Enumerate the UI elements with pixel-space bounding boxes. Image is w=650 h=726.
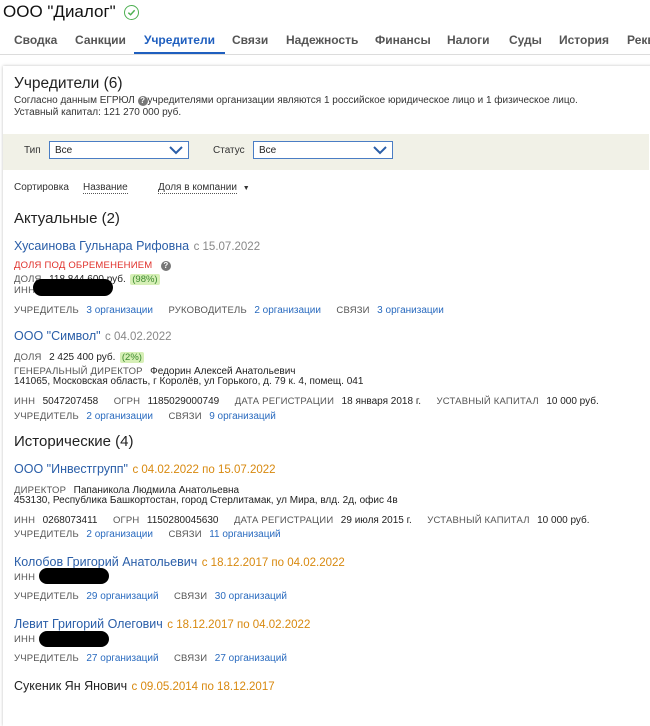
founder-entry: Сукеник Ян Янович с 09.05.2014 по 18.12.…: [14, 677, 275, 695]
roles-row: УЧРЕДИТЕЛЬ 2 организации СВЯЗИ 11 органи…: [14, 529, 281, 540]
founder-orgs-link[interactable]: 3 организации: [86, 305, 153, 316]
roles-row: УЧРЕДИТЕЛЬ 29 организаций СВЯЗИ 30 орган…: [14, 591, 287, 602]
capital-line: Уставный капитал: 121 270 000 руб.: [14, 107, 182, 118]
founder-period: с 18.12.2017 по 04.02.2022: [201, 557, 345, 569]
chevron-down-icon: [373, 146, 387, 155]
founder-name: Сукеник Ян Янович: [14, 679, 128, 693]
founder-period: с 09.05.2014 по 18.12.2017: [131, 681, 275, 693]
head-orgs-link[interactable]: 2 организации: [254, 305, 321, 316]
sort-by-share[interactable]: Доля в компании ▼: [158, 182, 250, 194]
founder-entry: ООО "Символ" с 04.02.2022: [14, 327, 172, 345]
sort-by-name[interactable]: Название: [83, 182, 128, 194]
tab-finance[interactable]: Финансы: [375, 28, 431, 54]
help-icon[interactable]: ?: [137, 96, 148, 106]
status-select[interactable]: Все: [253, 141, 393, 159]
sort-label: Сортировка: [14, 182, 69, 193]
actual-heading: Актуальные (2): [14, 210, 120, 227]
tab-bar: Сводка Санкции Учредители Связи Надежнос…: [0, 28, 650, 55]
tab-sanctions[interactable]: Санкции: [75, 28, 126, 54]
roles-row: УЧРЕДИТЕЛЬ 27 организаций СВЯЗИ 27 орган…: [14, 653, 287, 664]
redacted-inn: [33, 279, 113, 296]
inn-label: ИНН: [14, 572, 36, 583]
founder-orgs-link[interactable]: 27 организаций: [86, 653, 158, 664]
company-name: ООО "Диалог": [3, 2, 116, 21]
type-filter-label: Тип: [24, 145, 41, 156]
type-select[interactable]: Все: [49, 141, 189, 159]
tab-history[interactable]: История: [559, 28, 609, 54]
links-orgs-link[interactable]: 3 организации: [377, 305, 444, 316]
founder-name-link[interactable]: Хусаинова Гульнара Рифовна: [14, 239, 189, 253]
founder-period: с 18.12.2017 по 04.02.2022: [167, 619, 311, 631]
founders-heading: Учредители (6): [14, 75, 123, 92]
roles-row: УЧРЕДИТЕЛЬ 2 организации СВЯЗИ 9 организ…: [14, 411, 276, 422]
founders-panel: Учредители (6) Согласно данным ЕГРЮЛ ? уч…: [3, 66, 650, 726]
founders-description: Согласно данным ЕГРЮЛ ? учредителями орга…: [14, 95, 578, 106]
filter-bar: Тип Все Статус Все: [3, 134, 649, 170]
tab-courts[interactable]: Суды: [509, 28, 542, 54]
tab-taxes[interactable]: Налоги: [447, 28, 490, 54]
redacted-inn: [39, 568, 109, 584]
sort-arrow-icon: ▼: [242, 185, 250, 192]
status-filter-label: Статус: [213, 145, 245, 156]
founder-name-link[interactable]: Левит Григорий Олегович: [14, 617, 163, 631]
founder-name-link[interactable]: ООО "Символ": [14, 329, 101, 343]
links-orgs-link[interactable]: 30 организаций: [215, 591, 287, 602]
founder-entry: ООО "Инвестгрупп" с 04.02.2022 по 15.07.…: [14, 460, 276, 478]
share-percent-badge: (98%): [130, 274, 160, 285]
founder-name-link[interactable]: Колобов Григорий Анатольевич: [14, 555, 197, 569]
roles-row: УЧРЕДИТЕЛЬ 3 организации РУКОВОДИТЕЛЬ 2 …: [14, 305, 444, 316]
founder-period: с 04.02.2022 по 15.07.2022: [132, 464, 276, 476]
founder-orgs-link[interactable]: 2 организации: [86, 411, 153, 422]
founder-since: с 04.02.2022: [105, 331, 172, 343]
address: 453130, Республика Башкортостан, город С…: [14, 495, 398, 506]
tab-founders[interactable]: Учредители: [134, 28, 225, 54]
links-orgs-link[interactable]: 11 организаций: [209, 529, 280, 540]
inn-label: ИНН: [14, 634, 36, 645]
historic-heading: Исторические (4): [14, 433, 134, 450]
tab-summary[interactable]: Сводка: [14, 28, 57, 54]
founder-orgs-link[interactable]: 2 организации: [86, 529, 153, 540]
tab-links[interactable]: Связи: [232, 28, 268, 54]
founder-orgs-link[interactable]: 29 организаций: [86, 591, 158, 602]
tab-reliability[interactable]: Надежность: [286, 28, 358, 54]
help-icon[interactable]: ?: [160, 261, 171, 271]
founder-name-link[interactable]: ООО "Инвестгрупп": [14, 462, 128, 476]
founder-since: с 15.07.2022: [193, 241, 261, 253]
address: 141065, Московская область, г Королёв, у…: [14, 376, 364, 387]
chevron-down-icon: [169, 146, 183, 155]
founder-entry: Хусаинова Гульнара Рифовна с 15.07.2022: [14, 237, 260, 255]
redacted-inn: [39, 631, 109, 647]
links-orgs-link[interactable]: 27 организаций: [215, 653, 287, 664]
verified-check-icon: [123, 4, 139, 20]
company-header: ООО "Диалог": [3, 1, 139, 23]
inn-label: ИНН: [14, 285, 36, 296]
links-orgs-link[interactable]: 9 организаций: [209, 411, 276, 422]
tab-requisites[interactable]: Рекв: [627, 28, 650, 54]
